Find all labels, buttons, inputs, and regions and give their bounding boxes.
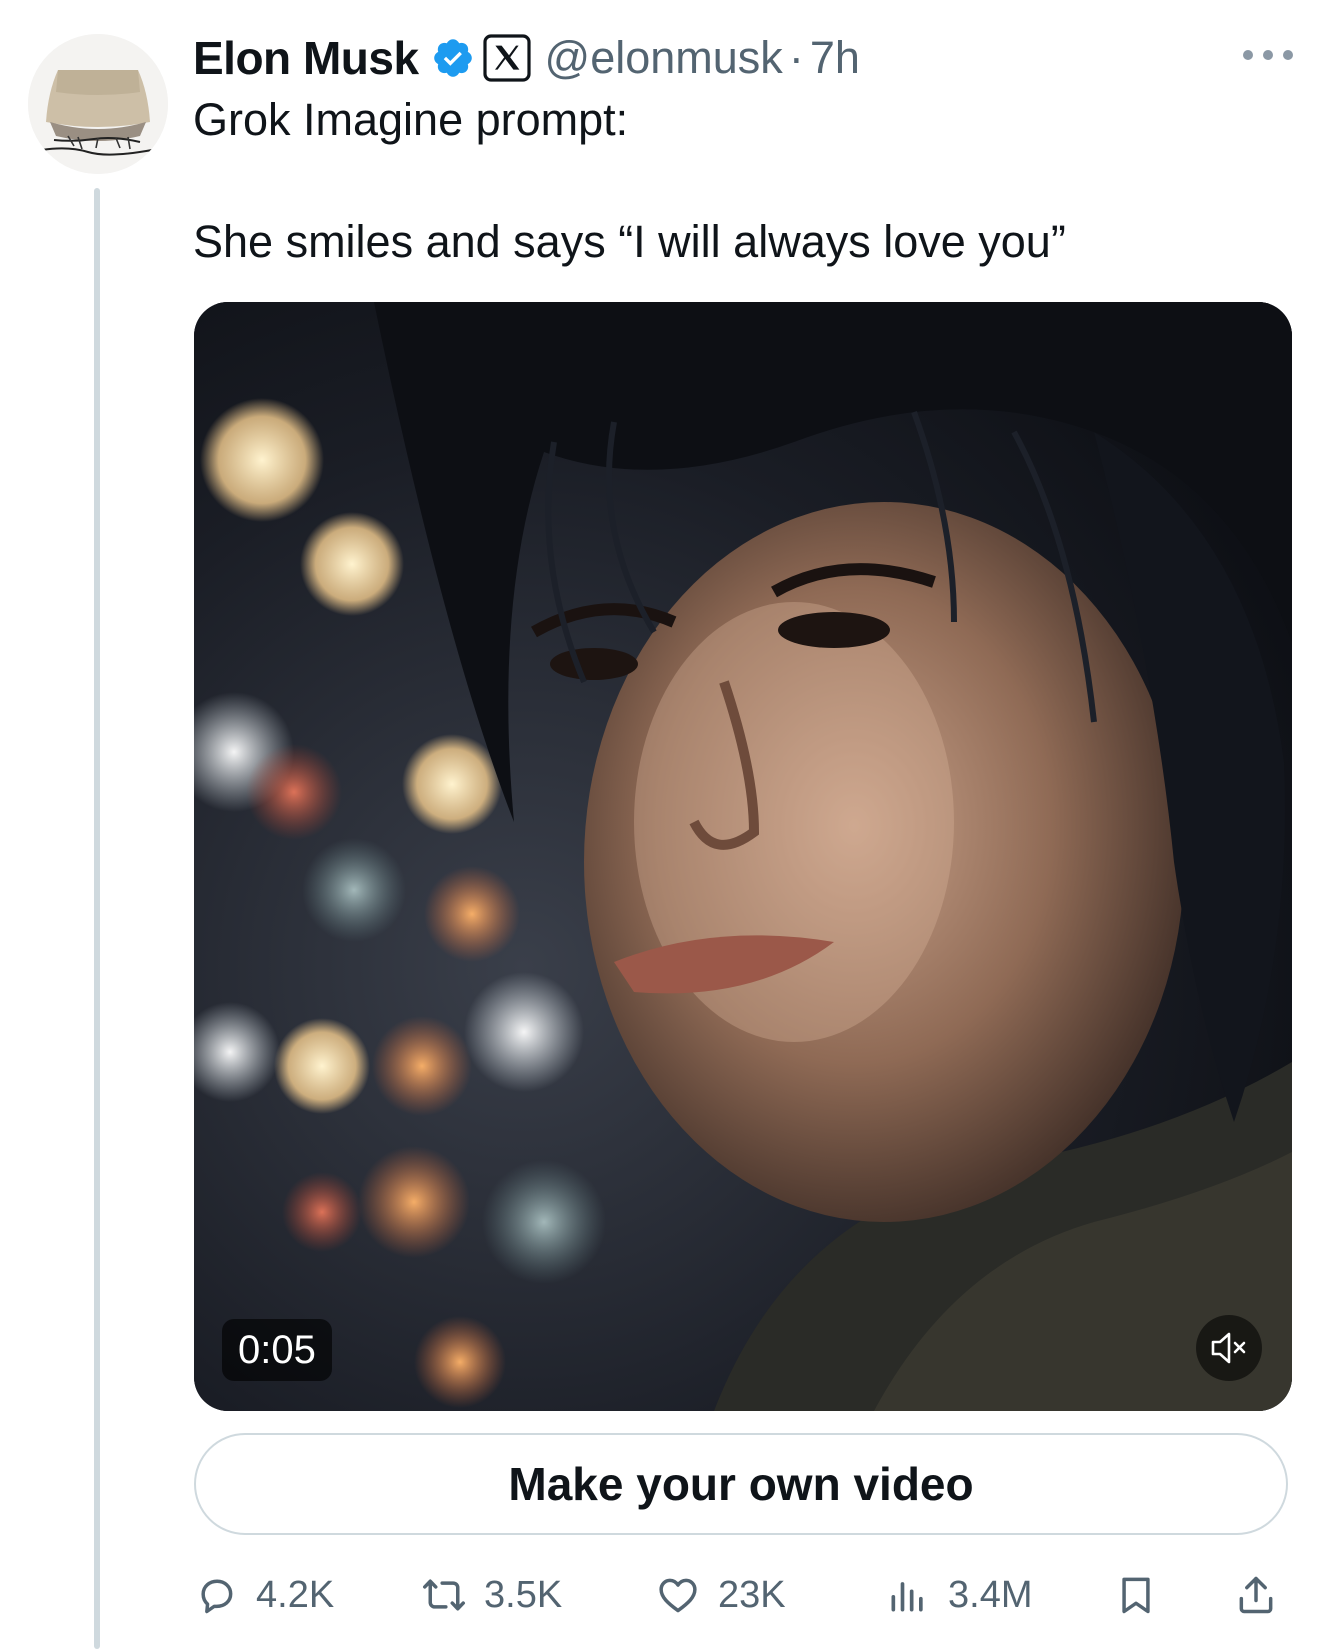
video-thumbnail [194,302,1292,1411]
mute-toggle-button[interactable] [1196,1315,1262,1381]
make-your-own-video-button[interactable]: Make your own video [194,1433,1288,1535]
views-icon [891,1582,923,1612]
avatar-image [28,34,168,174]
views-button[interactable]: 3.4M [886,1566,1032,1624]
share-button[interactable] [1234,1566,1278,1624]
tweet-text: Grok Imagine prompt: She smiles and says… [193,90,1283,272]
author-display-name[interactable]: Elon Musk [193,31,419,85]
tweet-text-line: Grok Imagine prompt: [193,94,629,145]
reply-icon [201,1579,233,1614]
tweet-header: Elon Musk @elonmusk · 7h [193,28,860,88]
author-handle[interactable]: @elonmusk [545,32,783,84]
more-icon[interactable] [1240,40,1296,70]
heart-icon [659,1578,697,1613]
x-logo-icon[interactable] [482,34,531,82]
tweet-action-bar: 4.2K 3.5K 23K 3.4M [194,1566,1294,1624]
repost-icon [423,1579,465,1611]
view-count: 3.4M [948,1573,1033,1616]
muted-speaker-icon [1211,1332,1246,1364]
share-icon [1239,1576,1273,1614]
repost-button[interactable]: 3.5K [422,1566,562,1624]
bookmark-button[interactable] [1114,1566,1158,1624]
tweet-text-line: She smiles and says “I will always love … [193,216,1066,267]
video-player[interactable]: 0:05 [194,302,1292,1411]
like-button[interactable]: 23K [656,1566,786,1624]
video-duration-badge: 0:05 [222,1319,332,1381]
tweet-timestamp[interactable]: 7h [810,32,860,84]
reply-button[interactable]: 4.2K [194,1566,334,1624]
verified-badge-icon[interactable] [431,36,475,80]
bookmark-icon [1122,1577,1150,1614]
avatar[interactable] [28,34,168,174]
thread-line [94,188,100,1649]
like-count: 23K [718,1573,786,1616]
separator-dot: · [788,32,804,83]
repost-count: 3.5K [484,1573,563,1616]
reply-count: 4.2K [256,1573,335,1616]
